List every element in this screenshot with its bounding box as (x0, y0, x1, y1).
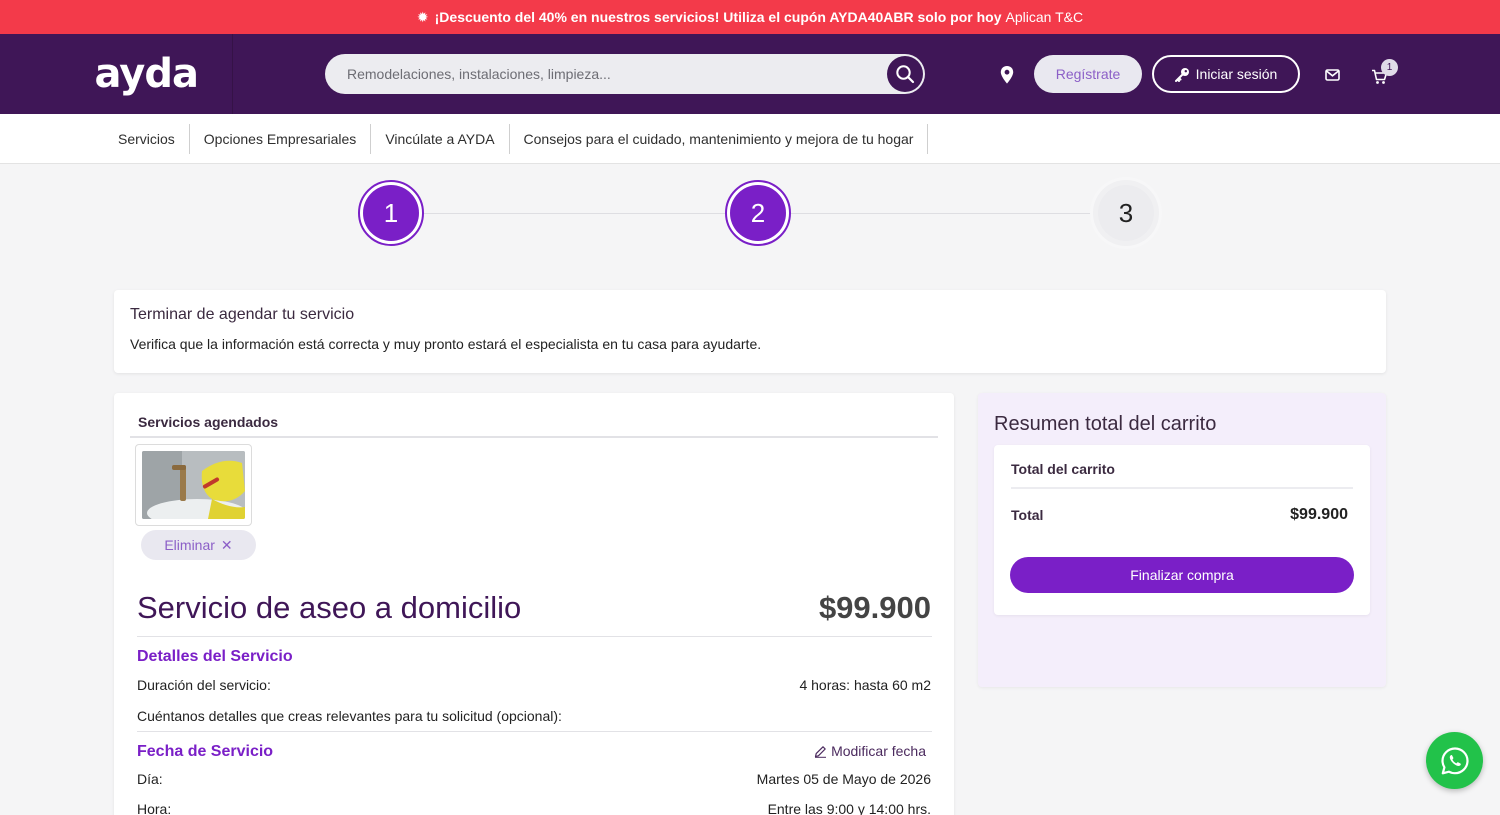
promo-bar: ✹ ¡Descuento del 40% en nuestros servici… (0, 0, 1500, 34)
remove-service-button[interactable]: Eliminar ✕ (141, 530, 256, 560)
cart-summary-title: Resumen total del carrito (994, 413, 1217, 435)
nav-item-opciones-empresariales[interactable]: Opciones Empresariales (190, 123, 372, 154)
search-button[interactable] (887, 56, 923, 92)
step-2-number: 2 (730, 185, 786, 241)
scheduled-services-card: Servicios agendados Eliminar ✕ Servicio … (114, 393, 954, 815)
step-connector (791, 213, 1093, 214)
promo-terms[interactable]: Aplican T&C (1006, 9, 1084, 25)
total-value: $99.900 (1290, 506, 1348, 523)
step-2: 2 (725, 180, 791, 246)
service-date-title: Fecha de Servicio (137, 743, 274, 760)
step-3-number: 3 (1098, 185, 1154, 241)
cleaning-photo (142, 451, 245, 519)
service-price: $99.900 (818, 590, 931, 625)
remove-label: Eliminar (164, 537, 215, 553)
step-1: 1 (358, 180, 424, 246)
day-value: Martes 05 de Mayo de 2026 (756, 771, 931, 787)
service-image (142, 451, 245, 519)
mail-icon[interactable] (1325, 69, 1340, 81)
day-label: Día: (137, 771, 163, 787)
search-input[interactable] (325, 54, 887, 94)
key-icon (1174, 67, 1189, 82)
main-nav: Servicios Opciones Empresariales Vincúla… (0, 114, 1500, 164)
info-card: Terminar de agendar tu servicio Verifica… (114, 290, 1386, 373)
cart-summary-card: Resumen total del carrito Total del carr… (978, 393, 1386, 687)
modify-date-label: Modificar fecha (831, 743, 926, 759)
search-icon (896, 65, 915, 84)
step-3: 3 (1093, 180, 1159, 246)
logo-container[interactable]: ayda (0, 34, 233, 114)
info-title: Terminar de agendar tu servicio (130, 306, 355, 323)
divider (137, 731, 932, 732)
hour-value: Entre las 9:00 y 14:00 hrs. (767, 801, 931, 815)
checkout-button[interactable]: Finalizar compra (1010, 557, 1354, 593)
scheduled-services-heading: Servicios agendados (130, 407, 938, 438)
promo-text: ¡Descuento del 40% en nuestros servicios… (434, 9, 1002, 25)
checkout-stepper: 1 2 3 (0, 180, 1500, 246)
nav-item-servicios[interactable]: Servicios (104, 123, 190, 154)
login-button[interactable]: Iniciar sesión (1152, 55, 1300, 93)
pencil-icon (814, 745, 827, 758)
step-1-number: 1 (363, 185, 419, 241)
nav-item-vinculate[interactable]: Vincúlate a AYDA (371, 123, 510, 154)
search-bar (325, 54, 925, 94)
cart-total-heading: Total del carrito (1011, 461, 1353, 489)
gear-icon: ✹ (416, 8, 429, 25)
info-text: Verifica que la información está correct… (130, 336, 762, 352)
close-icon: ✕ (220, 536, 233, 553)
service-title: Servicio de aseo a domicilio (137, 590, 522, 625)
logo[interactable]: ayda (95, 54, 199, 94)
notes-label: Cuéntanos detalles que creas relevantes … (137, 708, 562, 724)
service-details-title: Detalles del Servicio (137, 648, 293, 665)
modify-date-button[interactable]: Modificar fecha (814, 743, 926, 759)
divider (137, 636, 932, 637)
location-icon[interactable] (1000, 66, 1014, 84)
whatsapp-icon (1440, 746, 1469, 774)
service-thumbnail (135, 444, 252, 526)
step-connector (424, 213, 726, 214)
total-label: Total (1011, 507, 1044, 523)
cart-count-badge: 1 (1381, 59, 1398, 76)
duration-label: Duración del servicio: (137, 677, 271, 693)
duration-value: 4 horas: hasta 60 m2 (799, 677, 931, 693)
cart-total-box: Total del carrito Total $99.900 Finaliza… (994, 445, 1370, 615)
nav-item-consejos[interactable]: Consejos para el cuidado, mantenimiento … (510, 123, 929, 154)
register-button[interactable]: Regístrate (1034, 55, 1142, 93)
login-label: Iniciar sesión (1195, 66, 1278, 82)
hour-label: Hora: (137, 801, 172, 815)
whatsapp-button[interactable] (1426, 732, 1483, 789)
